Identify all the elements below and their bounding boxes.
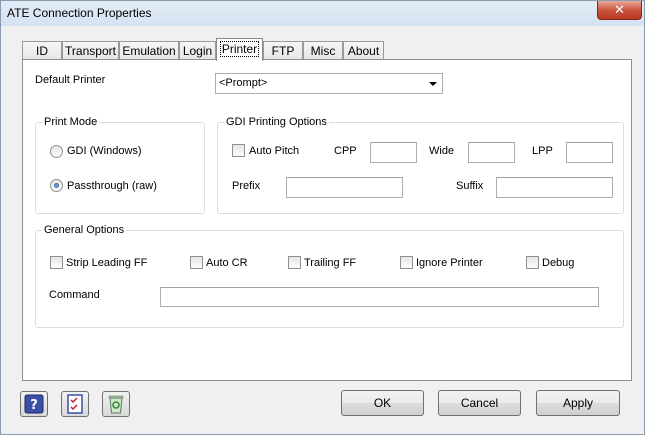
tab-printer[interactable]: Printer <box>216 38 263 61</box>
close-button[interactable]: ✕ <box>597 1 642 20</box>
print-mode-group: Print Mode GDI (Windows) Passthrough (ra… <box>35 116 205 214</box>
strip-leading-ff-label: Strip Leading FF <box>66 257 148 269</box>
checklist-icon <box>67 394 83 414</box>
window-title: ATE Connection Properties <box>7 6 152 20</box>
help-button[interactable]: ? <box>20 391 48 417</box>
cpp-field[interactable] <box>370 142 417 163</box>
recycle-bin-button[interactable] <box>102 391 130 417</box>
command-label: Command <box>49 289 100 301</box>
cpp-label: CPP <box>334 145 357 157</box>
prefix-field[interactable] <box>286 177 403 198</box>
auto-pitch-checkbox[interactable] <box>232 144 245 157</box>
debug-checkbox[interactable] <box>526 256 539 269</box>
wide-field[interactable] <box>468 142 515 163</box>
trailing-ff-label: Trailing FF <box>304 257 357 269</box>
print-mode-title: Print Mode <box>42 116 100 128</box>
close-icon: ✕ <box>614 2 625 18</box>
trailing-ff-checkbox[interactable] <box>288 256 301 269</box>
ok-button[interactable]: OK <box>341 390 424 416</box>
gdi-radio[interactable] <box>50 145 63 158</box>
recycle-bin-icon <box>108 395 124 414</box>
general-options-group: General Options Strip Leading FF Auto CR… <box>35 224 624 328</box>
apply-button[interactable]: Apply <box>536 390 620 416</box>
chevron-down-icon <box>429 82 437 86</box>
default-printer-value: <Prompt> <box>219 77 268 89</box>
cancel-button[interactable]: Cancel <box>438 390 521 416</box>
title-bar: ATE Connection Properties ✕ <box>1 1 644 26</box>
gdi-radio-label: GDI (Windows) <box>67 145 142 157</box>
lpp-field[interactable] <box>566 142 613 163</box>
ignore-printer-label: Ignore Printer <box>416 257 483 269</box>
default-printer-label: Default Printer <box>35 74 106 86</box>
tab-ftp[interactable]: FTP <box>263 41 303 60</box>
passthrough-radio-label: Passthrough (raw) <box>67 180 157 192</box>
tab-transport[interactable]: Transport <box>62 41 119 60</box>
ignore-printer-checkbox[interactable] <box>400 256 413 269</box>
strip-leading-ff-checkbox[interactable] <box>50 256 63 269</box>
lpp-label: LPP <box>532 145 553 157</box>
debug-label: Debug <box>542 257 575 269</box>
dialog-window: ATE Connection Properties ✕ ID Transport… <box>0 0 645 435</box>
tab-id[interactable]: ID <box>22 41 62 60</box>
prefix-label: Prefix <box>232 180 261 192</box>
help-icon: ? <box>24 394 44 414</box>
auto-pitch-label: Auto Pitch <box>249 145 300 157</box>
wide-label: Wide <box>429 145 455 157</box>
gdi-printing-options-group: GDI Printing Options Auto Pitch CPP Wide… <box>217 116 624 214</box>
auto-cr-checkbox[interactable] <box>190 256 203 269</box>
passthrough-radio[interactable] <box>50 179 63 192</box>
suffix-label: Suffix <box>456 180 484 192</box>
tab-about[interactable]: About <box>343 41 384 60</box>
tab-emulation[interactable]: Emulation <box>119 41 179 60</box>
suffix-field[interactable] <box>496 177 613 198</box>
auto-cr-label: Auto CR <box>206 257 248 269</box>
svg-text:?: ? <box>30 398 38 413</box>
checklist-button[interactable] <box>61 391 89 417</box>
tab-login[interactable]: Login <box>179 41 216 60</box>
printer-tab-panel: Default Printer <Prompt> Print Mode GDI … <box>22 59 632 381</box>
gdi-printing-options-title: GDI Printing Options <box>224 116 329 128</box>
general-options-title: General Options <box>42 224 127 236</box>
command-field[interactable] <box>160 287 599 307</box>
tab-misc[interactable]: Misc <box>303 41 343 60</box>
default-printer-select[interactable]: <Prompt> <box>215 73 443 94</box>
